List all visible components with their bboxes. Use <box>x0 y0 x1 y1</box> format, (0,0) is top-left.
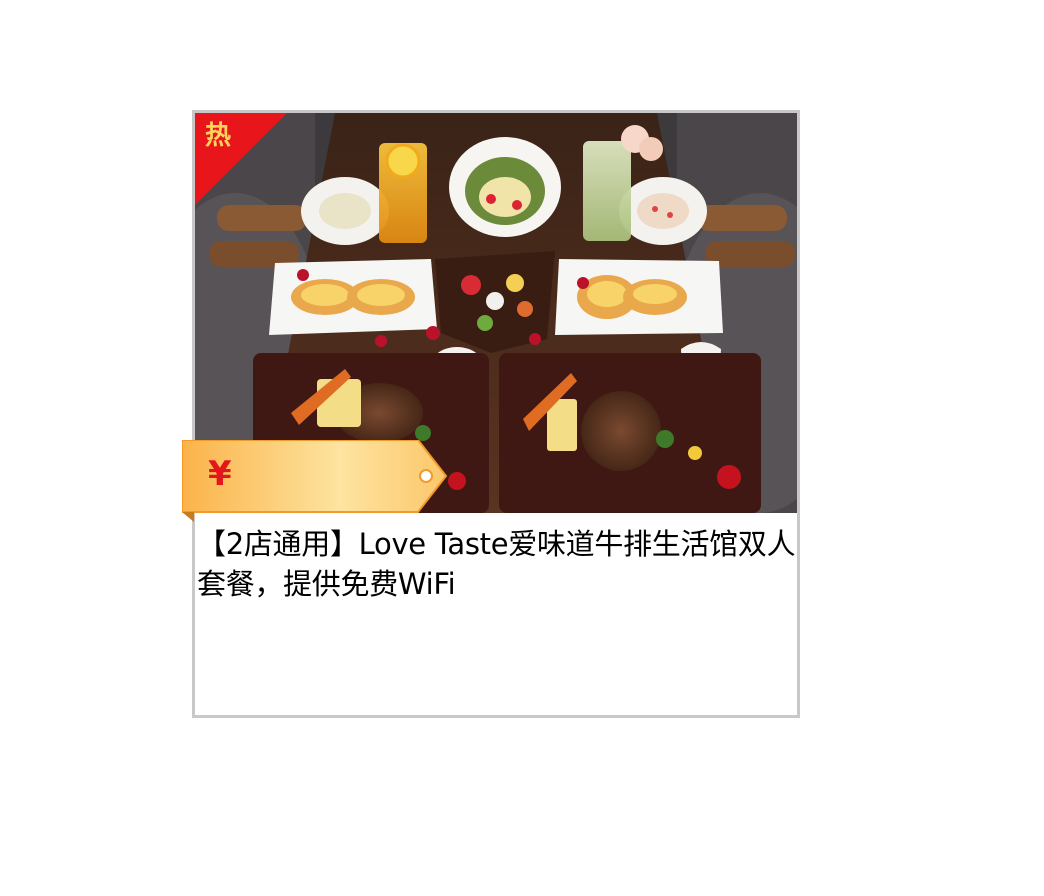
deal-title[interactable]: 【2店通用】Love Taste爱味道牛排生活馆双人套餐，提供免费WiFi <box>195 524 797 604</box>
price-symbol: ¥ <box>208 454 232 494</box>
price-tag-overlay: ¥ <box>182 440 452 524</box>
hot-badge: 热 <box>195 113 287 205</box>
hot-badge-label: 热 <box>205 121 232 151</box>
deal-card[interactable]: 热 ¥ 【2店通用】Love Taste爱味道牛排生活馆双人套餐，提供免费WiF… <box>182 110 800 718</box>
